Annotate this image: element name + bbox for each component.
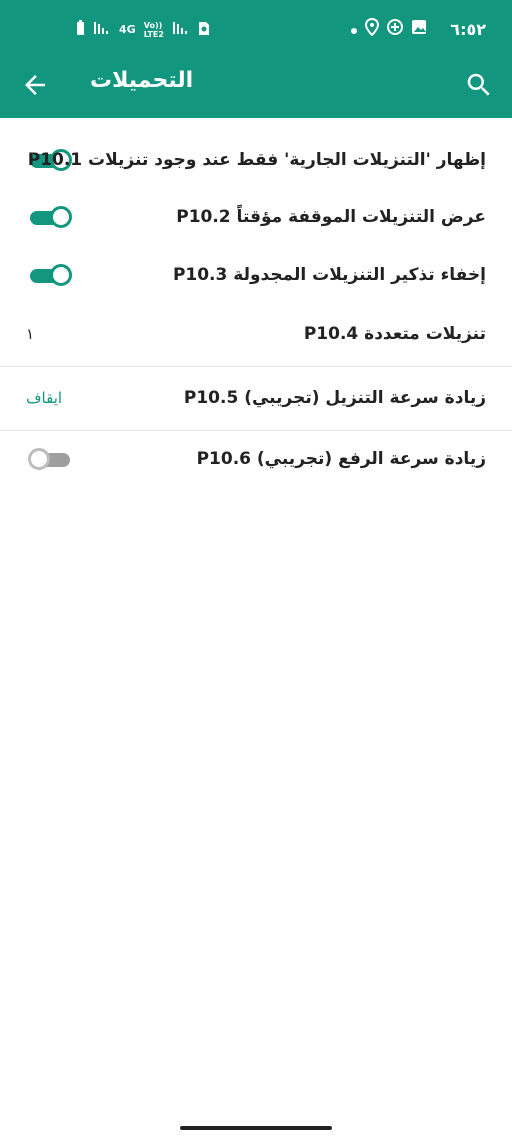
network-label-lte2: LTE2 — [143, 29, 164, 39]
setting-label: زيادة سرعة التنزيل (تجريبي) P10.5 — [183, 388, 486, 408]
status-right-icons — [350, 17, 428, 40]
setting-label: عرض التنزيلات الموقفة مؤقتاً P10.2 — [176, 207, 486, 227]
network-label-lte: Vo)) LTE2 — [144, 21, 164, 39]
setting-value: ايقاف — [26, 389, 63, 407]
arrow-left-icon[interactable] — [20, 70, 50, 100]
page-title: التحميلات — [90, 68, 194, 93]
toggle-switch[interactable] — [30, 264, 72, 286]
setting-label: زيادة سرعة الرفع (تجريبي) P10.6 — [196, 449, 486, 469]
setting-row-upload-speed[interactable]: زيادة سرعة الرفع (تجريبي) P10.6 — [0, 430, 512, 488]
toggle-switch[interactable] — [28, 448, 72, 470]
network-label-4g: 4G — [119, 23, 136, 36]
setting-label: إخفاء تذكير التنزيلات المجدولة P10.3 — [172, 265, 486, 285]
setting-row-running-downloads[interactable]: إظهار 'التنزيلات الجارية' فقط عند وجود ت… — [0, 131, 512, 189]
status-left-icons: 4G Vo)) LTE2 — [76, 20, 210, 39]
app-bar: التحميلات — [0, 50, 512, 118]
setting-label: إظهار 'التنزيلات الجارية' فقط عند وجود ت… — [27, 150, 486, 170]
divider — [0, 366, 512, 367]
image-icon — [410, 18, 428, 40]
add-circle-icon — [386, 18, 404, 40]
signal-icon — [93, 20, 111, 39]
sim-icon — [198, 20, 210, 39]
signal-icon-2 — [172, 20, 190, 39]
setting-row-hide-scheduled-reminder[interactable]: إخفاء تذكير التنزيلات المجدولة P10.3 — [0, 246, 512, 304]
setting-row-multiple-downloads[interactable]: ١ تنزيلات متعددة P10.4 — [0, 305, 512, 363]
status-time: ٦:٥٢ — [450, 20, 486, 39]
setting-row-download-speed[interactable]: ايقاف زيادة سرعة التنزيل (تجريبي) P10.5 — [0, 369, 512, 427]
setting-label: تنزيلات متعددة P10.4 — [303, 324, 486, 344]
toggle-switch[interactable] — [30, 206, 72, 228]
search-icon[interactable] — [464, 70, 494, 100]
dot-icon — [350, 20, 358, 39]
network-label-volte: Vo)) — [143, 20, 163, 30]
home-indicator[interactable] — [180, 1126, 332, 1130]
setting-row-paused-downloads[interactable]: عرض التنزيلات الموقفة مؤقتاً P10.2 — [0, 188, 512, 246]
location-icon — [364, 17, 380, 40]
battery-icon — [76, 20, 85, 39]
setting-value: ١ — [26, 325, 35, 343]
